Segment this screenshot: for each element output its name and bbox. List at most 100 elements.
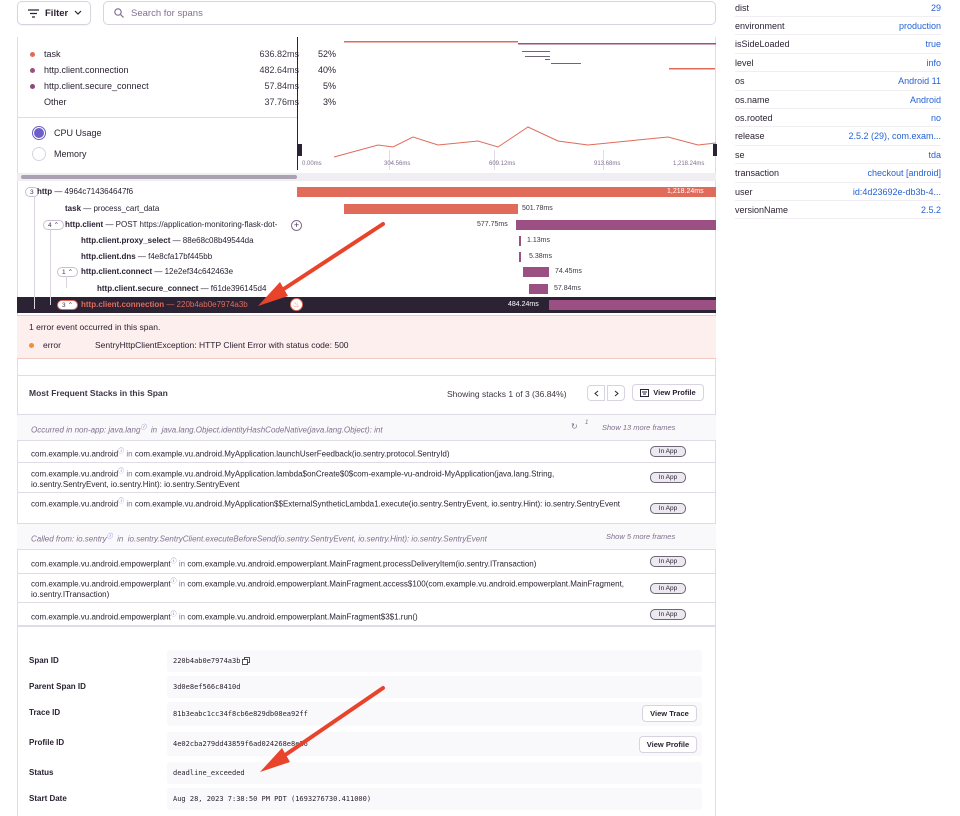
horizontal-scrollbar[interactable] bbox=[17, 173, 716, 181]
memory-toggle[interactable]: Memory bbox=[32, 147, 87, 161]
span-row[interactable]: 4 ⌃ http.client — POST https://application… bbox=[17, 217, 716, 233]
span-row[interactable]: http.client.secure_connect — f61de396145… bbox=[17, 281, 716, 297]
in-keyword: in bbox=[178, 579, 186, 589]
span-row[interactable]: 3 http — 4964c714364647f6 1,218.24ms bbox=[17, 184, 716, 200]
tag-value[interactable]: no bbox=[931, 113, 941, 123]
collapsed-frames-row[interactable]: Called from: io.sentryⓘ in io.sentry.Sen… bbox=[17, 524, 716, 550]
span-bar[interactable] bbox=[297, 187, 716, 197]
info-icon[interactable]: ⓘ bbox=[140, 425, 146, 431]
view-profile-button-2[interactable]: View Profile bbox=[639, 736, 697, 753]
radio-checked[interactable] bbox=[32, 126, 46, 140]
minimap-handle-right[interactable] bbox=[713, 144, 717, 156]
info-icon[interactable]: ⓘ bbox=[171, 559, 177, 565]
prev-stack-button[interactable] bbox=[587, 385, 605, 401]
span-minimap[interactable] bbox=[297, 37, 717, 170]
span-bar[interactable] bbox=[549, 300, 716, 310]
tag-key: transaction bbox=[735, 168, 780, 179]
tag-value[interactable]: 29 bbox=[931, 3, 941, 13]
info-icon[interactable]: ⓘ bbox=[118, 499, 124, 505]
tag-value[interactable]: checkout [android] bbox=[867, 168, 941, 178]
error-dot bbox=[29, 343, 34, 348]
span-bar[interactable] bbox=[519, 236, 521, 246]
span-bar[interactable] bbox=[519, 252, 521, 262]
span-bar[interactable] bbox=[529, 284, 548, 294]
show-more-frames-link[interactable]: Show 5 more frames bbox=[606, 532, 675, 541]
span-children-badge[interactable]: 4 ⌃ bbox=[43, 220, 65, 230]
span-label: http.client.secure_connect — f61de396145… bbox=[97, 284, 266, 293]
minimap-bar bbox=[518, 43, 716, 45]
filter-label: Filter bbox=[45, 7, 69, 19]
legend-item[interactable]: Other 37.76ms 3% bbox=[30, 96, 336, 108]
view-trace-button[interactable]: View Trace bbox=[642, 705, 697, 722]
tag-value[interactable]: production bbox=[899, 21, 941, 31]
info-icon[interactable]: ⓘ bbox=[118, 449, 124, 455]
span-row[interactable]: 1 ⌃ http.client.connect — 12e2ef34c642463e… bbox=[17, 264, 716, 280]
error-message[interactable]: SentryHttpClientException: HTTP Client E… bbox=[95, 340, 349, 350]
tag-value[interactable]: 2.5.2 (29), com.exam... bbox=[848, 131, 941, 141]
info-icon[interactable]: ⓘ bbox=[118, 469, 124, 475]
span-bar[interactable] bbox=[516, 220, 716, 230]
info-icon[interactable]: ⓘ bbox=[171, 612, 177, 618]
in-keyword: in bbox=[117, 534, 124, 544]
legend-name: http.client.secure_connect bbox=[44, 81, 149, 91]
tag-value[interactable]: 2.5.2 bbox=[921, 205, 941, 215]
span-row[interactable]: http.client.dns — f4e8cfa17bf445bb 5.38ms bbox=[17, 249, 716, 265]
search-placeholder: Search for spans bbox=[131, 7, 203, 19]
tag-value[interactable]: id:4d23692e-db3b-4... bbox=[853, 187, 941, 197]
collapsed-frames-row[interactable]: Occurred in non-app: java.langⓘ in java.… bbox=[17, 415, 716, 441]
frame-package: com.example.vu.android.empowerplant bbox=[31, 612, 171, 622]
tag-value[interactable]: Android bbox=[910, 95, 941, 105]
radio-unchecked[interactable] bbox=[32, 147, 46, 161]
span-bar[interactable] bbox=[344, 204, 518, 214]
stack-frame-row[interactable]: com.example.vu.android.empowerplantⓘ in … bbox=[17, 550, 716, 574]
frame-function: com.example.vu.android.MyApplication.lau… bbox=[134, 449, 450, 459]
span-row[interactable]: http.client.proxy_select — 88e68c08b4954… bbox=[17, 233, 716, 249]
chevron-up-icon: ⌃ bbox=[67, 269, 74, 276]
next-stack-button[interactable] bbox=[607, 385, 625, 401]
tick-label: 0.00ms bbox=[302, 161, 322, 167]
frame-package: com.example.vu.android bbox=[31, 499, 119, 509]
tag-key: se bbox=[735, 149, 745, 160]
span-children-badge[interactable]: 3 ⌃ bbox=[57, 300, 79, 310]
chevron-down-icon bbox=[74, 10, 82, 15]
badge-count: 3 bbox=[30, 188, 34, 196]
span-label: http.client.proxy_select — 88e68c08b4954… bbox=[81, 236, 254, 245]
filter-button[interactable]: Filter bbox=[17, 1, 91, 25]
copy-icon[interactable] bbox=[242, 657, 251, 665]
span-id-value: 220b4ab0e7974a3b bbox=[167, 650, 702, 672]
span-row[interactable]: 3 ⌃ http.client.connection — 220b4ab0e7974… bbox=[17, 297, 716, 313]
tag-value[interactable]: tda bbox=[928, 150, 941, 160]
span-description: — f4e8cfa17bf445bb bbox=[135, 252, 213, 261]
parent-span-row: Parent Span ID 3d0e8ef566c8410d bbox=[17, 676, 716, 698]
tag-value[interactable]: info bbox=[926, 58, 941, 68]
info-icon[interactable]: ⓘ bbox=[107, 534, 113, 540]
scrollbar-thumb[interactable] bbox=[21, 175, 297, 179]
tag-value[interactable]: Android 11 bbox=[898, 76, 941, 86]
legend-item[interactable]: http.client.connection 482.64ms 40% bbox=[30, 64, 336, 76]
profile-icon bbox=[640, 388, 650, 397]
frame-package: com.example.vu.android bbox=[31, 469, 119, 479]
stack-frame-row[interactable]: com.example.vu.androidⓘ in com.example.v… bbox=[17, 463, 716, 493]
search-input[interactable]: Search for spans bbox=[103, 1, 716, 25]
parent-span-value: 3d0e8ef566c8410d bbox=[167, 676, 702, 698]
span-bar[interactable] bbox=[523, 267, 549, 277]
tick-line bbox=[389, 150, 390, 170]
view-profile-button[interactable]: View Profile bbox=[632, 384, 704, 401]
show-more-frames-link[interactable]: Show 13 more frames bbox=[602, 423, 675, 432]
stack-frame-row[interactable]: com.example.vu.androidⓘ in com.example.v… bbox=[17, 441, 716, 463]
legend-duration: 482.64ms bbox=[259, 65, 299, 75]
legend-item[interactable]: http.client.secure_connect 57.84ms 5% bbox=[30, 80, 336, 92]
legend-item[interactable]: task 636.82ms 52% bbox=[30, 48, 336, 60]
stack-frame-row[interactable]: com.example.vu.android.empowerplantⓘ in … bbox=[17, 603, 716, 626]
stack-frame-row[interactable]: com.example.vu.androidⓘ in com.example.v… bbox=[17, 493, 716, 524]
tag-value[interactable]: true bbox=[925, 39, 941, 49]
minimap-handle-left[interactable] bbox=[298, 144, 302, 156]
span-children-badge[interactable]: 1 ⌃ bbox=[57, 267, 79, 277]
stack-frame-row[interactable]: com.example.vu.android.empowerplantⓘ in … bbox=[17, 574, 716, 603]
fire-icon[interactable]: ♨ bbox=[290, 298, 303, 311]
info-icon[interactable]: ⓘ bbox=[171, 579, 177, 585]
add-icon[interactable]: + bbox=[291, 220, 302, 231]
span-row[interactable]: task — process_cart_data 501.78ms bbox=[17, 201, 716, 217]
cpu-usage-toggle[interactable]: CPU Usage bbox=[32, 126, 102, 140]
tag-key: environment bbox=[735, 20, 785, 31]
